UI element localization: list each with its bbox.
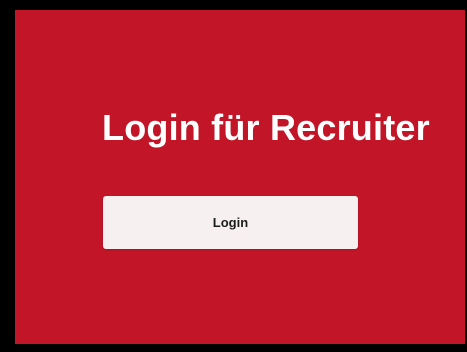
login-panel: Login für Recruiter Login	[15, 10, 465, 344]
login-button[interactable]: Login	[103, 196, 358, 249]
page-title: Login für Recruiter	[102, 107, 430, 148]
page-frame: Login für Recruiter Login	[0, 0, 467, 352]
